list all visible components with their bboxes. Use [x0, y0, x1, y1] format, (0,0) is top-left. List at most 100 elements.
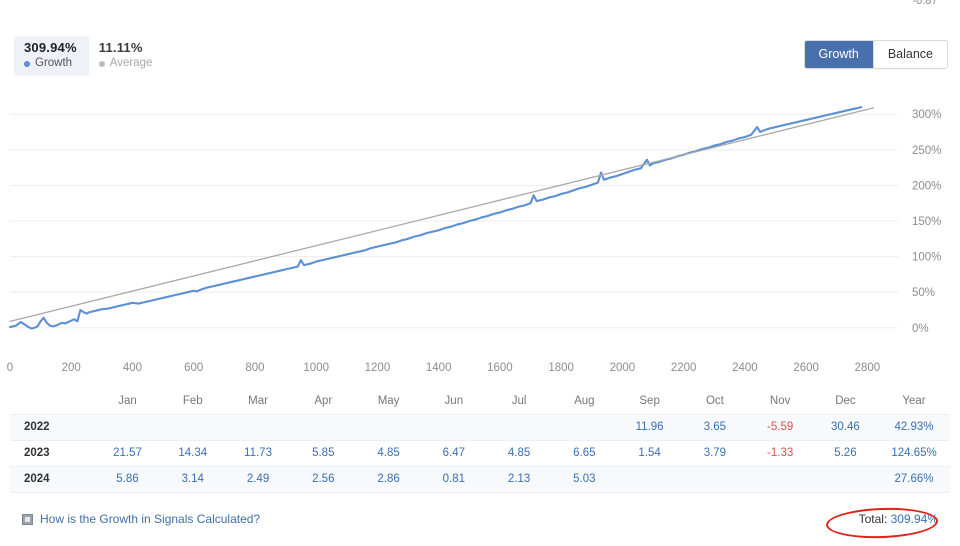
- table-cell-month-value: [617, 466, 682, 492]
- chart-x-tick-label: 200: [61, 362, 81, 374]
- table-cell-year-total: 27.66%: [894, 473, 934, 485]
- growth-help-link[interactable]: How is the Growth in Signals Calculated?: [22, 512, 260, 526]
- chart-x-tick-label: 2600: [793, 362, 819, 374]
- chart-series-growth: [8, 106, 863, 330]
- legend-growth-label: Growth: [35, 57, 73, 69]
- chart-x-tick-label: 1400: [425, 362, 452, 374]
- legend-growth[interactable]: 309.94% Growth: [14, 36, 89, 76]
- table-cell-month-value: 2.56: [312, 473, 335, 485]
- table-column-header: Dec: [812, 388, 879, 415]
- growth-series-dot-icon: [24, 60, 30, 67]
- legend-average-label-row: Average: [98, 56, 152, 71]
- table-column-header: Feb: [160, 388, 226, 415]
- table-cell-month-value: 6.65: [573, 447, 596, 459]
- chart-x-tick-label: 600: [184, 362, 204, 374]
- table-column-header: Aug: [551, 388, 617, 415]
- legend-average[interactable]: 11.11% Average: [89, 36, 165, 76]
- table-cell-month-value: -1.33: [767, 447, 794, 459]
- chart-x-tick-label: 1800: [548, 362, 574, 374]
- table-cell-month-value: 0.81: [442, 473, 466, 485]
- table-cell-year-total: 42.93%: [894, 421, 934, 433]
- table-cell-month-value: 3.65: [703, 421, 727, 433]
- table-cell-month-value: 2.49: [246, 473, 270, 485]
- table-cell-month-value: 5.86: [116, 473, 139, 485]
- table-cell-month-value: 4.85: [377, 447, 400, 459]
- chart-y-tick-label: 0%: [912, 323, 929, 335]
- table-column-header: Year: [878, 388, 950, 415]
- chart-x-tick-label: 1200: [364, 362, 391, 374]
- table-cell-month-value: [356, 414, 421, 440]
- chart-y-tick-label: 250%: [912, 145, 941, 157]
- clipped-top-label: -0.87: [912, 0, 938, 7]
- legend-growth-label-row: Growth: [24, 56, 77, 71]
- chart-x-tick-label: 2200: [670, 362, 697, 374]
- table-cell-month-value: [748, 466, 813, 492]
- chart-y-tick-label: 300%: [912, 109, 941, 121]
- table-row-year: 2023: [24, 447, 50, 459]
- table-column-header: Jun: [421, 388, 487, 415]
- table-row-year: 2022: [24, 421, 50, 433]
- table-row: 2022 11.96 3.65 -5.59 30.46 42.93%: [10, 414, 950, 440]
- chart-y-tick-label: 50%: [912, 287, 935, 299]
- table-cell-month-value: [225, 414, 290, 440]
- table-column-header: [10, 388, 95, 415]
- table-column-header: Oct: [682, 388, 748, 415]
- total-label: Total:: [858, 512, 888, 526]
- table-column-header: Mar: [225, 388, 291, 415]
- chart-footer: How is the Growth in Signals Calculated?…: [0, 506, 960, 540]
- table-cell-month-value: [291, 414, 356, 440]
- table-cell-month-value: 30.46: [831, 421, 860, 433]
- table-cell-month-value: [486, 414, 551, 440]
- table-cell-month-value: 1.54: [638, 447, 661, 459]
- table-cell-month-value: 21.57: [113, 447, 142, 459]
- table-column-header: Jul: [486, 388, 552, 415]
- table-cell-year-total: 124.65%: [891, 447, 937, 459]
- table-cell-month-value: 4.85: [507, 447, 531, 459]
- table-cell-month-value: 3.79: [703, 447, 727, 459]
- tab-balance[interactable]: Balance: [872, 41, 947, 68]
- chart-x-tick-label: 2000: [609, 362, 636, 374]
- table-cell-month-value: [813, 466, 878, 492]
- tab-growth[interactable]: Growth: [804, 41, 873, 68]
- chart-legend: 309.94% Growth 11.11% Average: [14, 36, 164, 76]
- growth-help-link-label: How is the Growth in Signals Calculated?: [40, 512, 261, 526]
- table-cell-month-value: 5.03: [573, 473, 596, 485]
- table-cell-month-value: [682, 466, 747, 492]
- chart-x-tick-label: 1000: [303, 362, 329, 374]
- table-header: Jan Feb Mar Apr May Jun Jul Aug Sep Oct Nov Dec Year: [10, 388, 950, 415]
- growth-chart-panel: -0.87 309.94% Growth 11.11% Average Grow…: [0, 0, 960, 546]
- chart-x-tick-label: 400: [122, 362, 143, 374]
- legend-growth-value: 309.94%: [24, 40, 77, 55]
- table-cell-month-value: 2.13: [507, 473, 531, 485]
- total-value: 309.94%: [890, 512, 938, 526]
- table-column-header: Apr: [290, 388, 356, 415]
- table-cell-month-value: 14.34: [178, 447, 208, 459]
- table-cell-month-value: [552, 414, 617, 440]
- table-cell-month-value: 5.26: [834, 447, 857, 459]
- chart-y-tick-label: 150%: [912, 216, 941, 228]
- total-summary: Total: 309.94%: [825, 506, 942, 540]
- table-cell-month-value: 3.14: [181, 473, 204, 485]
- monthly-growth-table: Jan Feb Mar Apr May Jun Jul Aug Sep Oct Nov Dec Year…: [10, 388, 950, 493]
- chart-x-tick-label: 800: [245, 362, 265, 374]
- growth-chart[interactable]: 0% 50% 100% 150% 200% 250% 300%: [0, 82, 960, 370]
- table-header-row: Jan Feb Mar Apr May Jun Jul Aug Sep Oct Nov Dec Year: [10, 388, 950, 415]
- table-cell-month-value: 11.73: [244, 447, 272, 459]
- chart-x-axis: 0 200 400 600 800 1000 1200 1400 1600 1800 2000 220…: [0, 362, 912, 386]
- chart-mode-toggle: Growth Balance: [803, 40, 948, 69]
- chart-canvas: 0% 50% 100% 150% 200% 250% 300%: [8, 106, 941, 335]
- table-cell-month-value: 5.85: [312, 447, 335, 459]
- table-cell-month-value: [95, 414, 160, 440]
- chart-x-tick-label: 2800: [854, 362, 881, 374]
- chart-x-tick-label: 2400: [732, 362, 758, 374]
- table-column-header: Jan: [94, 388, 161, 415]
- table-column-header: Sep: [616, 388, 683, 415]
- table-column-header: May: [355, 388, 422, 415]
- table-cell-month-value: 11.96: [635, 421, 664, 433]
- info-icon: [22, 513, 33, 525]
- table-row: 2023 21.57 14.34 11.73 5.85 4.85 6.47 4.85 6.65 1…: [10, 440, 950, 466]
- table-body: 2022 11.96 3.65 -5.59 30.46 42.93% 2023 21.57 14…: [10, 414, 950, 492]
- table-cell-month-value: [421, 414, 486, 440]
- table-row-year: 2024: [24, 473, 50, 485]
- chart-series-average: [9, 107, 875, 323]
